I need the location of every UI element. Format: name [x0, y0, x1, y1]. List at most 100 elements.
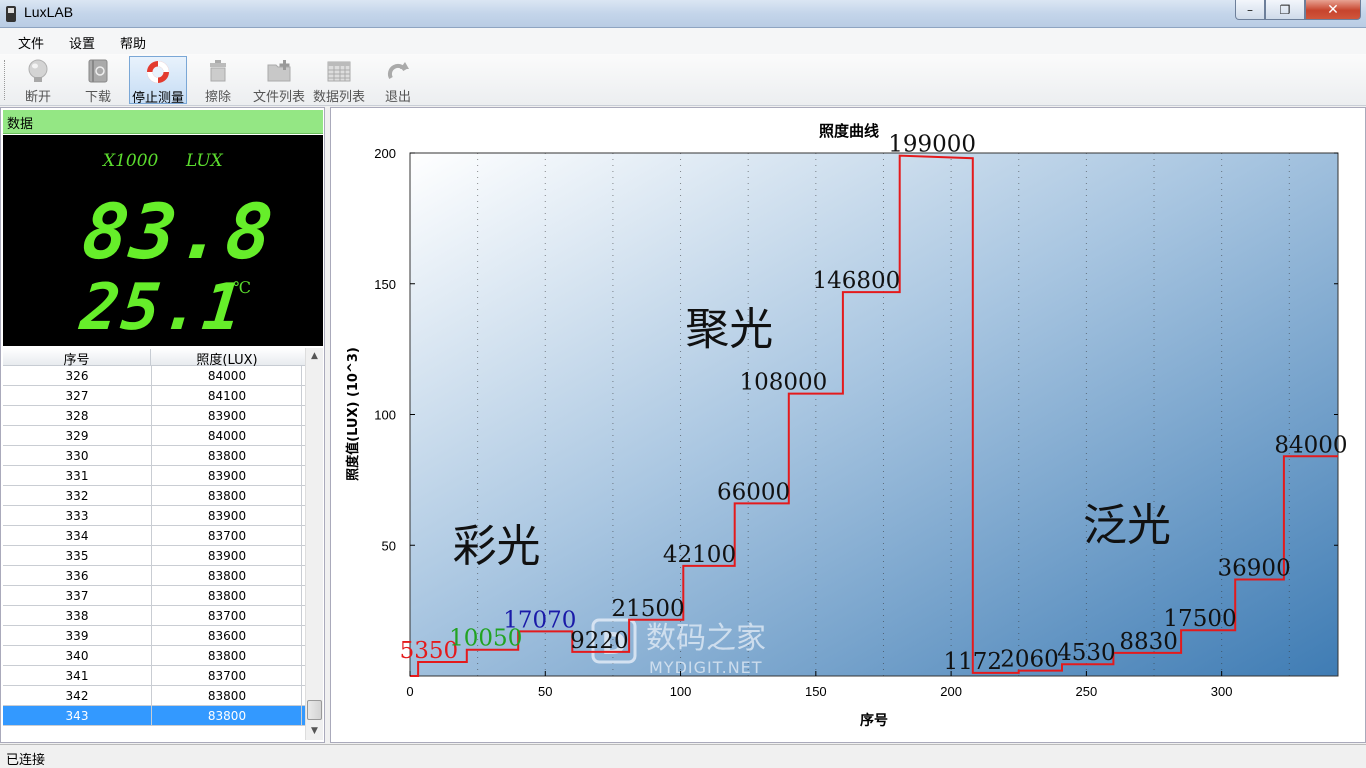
x-tick-label: 100: [670, 684, 692, 699]
table-body: 326 84000 327 84100 328 83900 329 84000 330 83800…: [3, 366, 305, 726]
data-label: 42100: [663, 542, 736, 568]
disconnect-label: 断开: [24, 90, 51, 105]
data-label: 2060: [1000, 647, 1059, 673]
minimize-button[interactable]: –: [1235, 0, 1265, 20]
cell-divider: [301, 626, 302, 646]
file-list-button[interactable]: 文件列表: [249, 56, 309, 105]
table-row[interactable]: 327 84100: [3, 386, 305, 406]
scroll-thumb[interactable]: [307, 700, 322, 720]
data-label: 84000: [1274, 432, 1347, 458]
cell-lux: 83700: [207, 669, 247, 683]
region-annotation: 泛光: [1083, 500, 1171, 551]
disconnect-button[interactable]: 断开: [9, 56, 67, 105]
table-row[interactable]: 341 83700: [3, 666, 305, 686]
data-label: 36900: [1218, 556, 1291, 582]
data-label: 199000: [888, 132, 976, 158]
scroll-up-arrow-icon[interactable]: ▲: [306, 348, 323, 365]
book-download-icon: [88, 59, 108, 83]
table-row[interactable]: 330 83800: [3, 446, 305, 466]
table-scrollbar[interactable]: ▲ ▼: [305, 348, 323, 740]
data-label: 1172: [943, 649, 1002, 675]
cell-seq: 335: [65, 549, 89, 563]
illuminance-chart: D 数码之家MYDIGIT.NET0 50 100 150 200 250 300501001…: [345, 122, 1348, 729]
y-axis-label: 照度值(LUX) (10^3): [345, 347, 361, 481]
cell-seq: 343: [65, 709, 89, 723]
table-row[interactable]: 326 84000: [3, 366, 305, 386]
cell-divider: [301, 646, 302, 666]
data-panel: 数据 X1000 LUX 83.8 25.1 ℃ 序号 照度(LUX) 326 8…: [0, 107, 325, 743]
stop-measure-button[interactable]: 停止测量: [129, 56, 187, 106]
cell-divider: [301, 566, 302, 586]
erase-button[interactable]: 擦除: [189, 56, 247, 105]
cell-lux: 83900: [207, 469, 247, 483]
menu-help[interactable]: 帮助: [120, 33, 146, 52]
status-bar: 已连接: [0, 744, 1366, 768]
cell-lux: 84100: [207, 389, 247, 403]
cell-lux: 83800: [207, 689, 247, 703]
cell-divider: [301, 366, 302, 386]
table-row[interactable]: 338 83700: [3, 606, 305, 626]
table-row[interactable]: 342 83800: [3, 686, 305, 706]
cell-seq: 338: [65, 609, 89, 623]
cell-lux: 84000: [207, 429, 247, 443]
table-row[interactable]: 329 84000: [3, 426, 305, 446]
table-row[interactable]: 337 83800: [3, 586, 305, 606]
cell-divider: [301, 426, 302, 446]
cell-seq: 342: [65, 689, 89, 703]
table-row[interactable]: 332 83800: [3, 486, 305, 506]
cell-lux: 83800: [207, 709, 247, 723]
cell-seq: 331: [65, 469, 89, 483]
cell-seq: 327: [65, 389, 89, 403]
cell-divider: [301, 506, 302, 526]
table-row[interactable]: 334 83700: [3, 526, 305, 546]
cell-divider: [301, 486, 302, 506]
menu-settings[interactable]: 设置: [69, 33, 95, 52]
table-row[interactable]: 343 83800: [3, 706, 305, 726]
data-label: 8830: [1119, 629, 1178, 655]
menu-file[interactable]: 文件: [18, 33, 44, 52]
file-list-label: 文件列表: [252, 90, 305, 105]
data-label: 66000: [717, 479, 790, 505]
download-button[interactable]: 下载: [69, 56, 127, 105]
cell-divider: [301, 466, 302, 486]
cell-seq: 326: [65, 369, 89, 383]
lcd-unit: LUX: [186, 151, 223, 171]
cell-seq: 332: [65, 489, 89, 503]
data-list-button[interactable]: 数据列表: [309, 56, 369, 105]
y-tick-label: 200: [374, 146, 396, 161]
cell-lux: 83800: [207, 449, 247, 463]
data-panel-title: 数据: [7, 117, 34, 132]
table-row[interactable]: 336 83800: [3, 566, 305, 586]
table-row[interactable]: 333 83900: [3, 506, 305, 526]
x-tick-label: 0: [406, 684, 413, 699]
redo-arrow-icon: [387, 62, 409, 79]
maximize-button[interactable]: ❐: [1265, 0, 1305, 20]
cell-seq: 330: [65, 449, 89, 463]
spreadsheet-icon: [327, 61, 351, 82]
lcd-lux-value: 83.8: [78, 187, 279, 276]
scroll-down-arrow-icon[interactable]: ▼: [306, 723, 323, 740]
cell-divider: [301, 666, 302, 686]
table-row[interactable]: 340 83800: [3, 646, 305, 666]
table-row[interactable]: 331 83900: [3, 466, 305, 486]
lifebuoy-icon: [147, 61, 169, 83]
cell-lux: 83800: [207, 569, 247, 583]
x-tick-label: 200: [940, 684, 962, 699]
close-button[interactable]: ✕: [1305, 0, 1361, 20]
x-tick-label: 50: [538, 684, 552, 699]
table-row[interactable]: 339 83600: [3, 626, 305, 646]
data-label: 17500: [1163, 606, 1236, 632]
region-annotation: 彩光: [453, 521, 541, 572]
cell-lux: 83900: [207, 509, 247, 523]
plot-area: [409, 152, 1339, 677]
column-header-seq[interactable]: 序号: [3, 349, 151, 368]
x-tick-label: 250: [1076, 684, 1098, 699]
lcd-temp-unit: ℃: [233, 278, 251, 297]
table-row[interactable]: 328 83900: [3, 406, 305, 426]
table-row[interactable]: 335 83900: [3, 546, 305, 566]
toolbar-grip[interactable]: [4, 60, 7, 100]
cell-lux: 83800: [207, 589, 247, 603]
exit-button[interactable]: 退出: [369, 56, 427, 105]
chart-title: 照度曲线: [819, 122, 879, 140]
y-tick-label: 50: [382, 538, 396, 553]
